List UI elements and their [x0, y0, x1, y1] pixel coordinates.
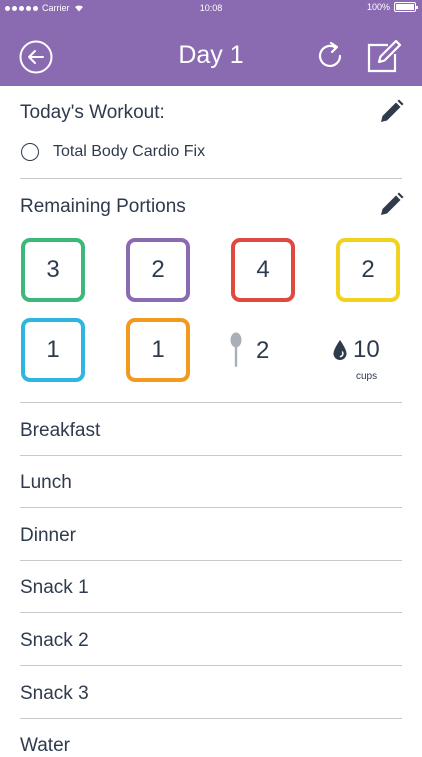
yellow-container-count[interactable]: 2 — [336, 238, 400, 302]
status-bar: Carrier 10:08 100% — [0, 0, 422, 17]
green-container-count[interactable]: 3 — [21, 238, 85, 302]
workout-radio-button[interactable] — [21, 143, 39, 161]
edit-workout-pencil-icon[interactable] — [378, 99, 404, 125]
meal-row-snack-2[interactable]: Snack 2 — [20, 630, 89, 652]
divider — [20, 402, 402, 403]
water-drop-icon — [333, 340, 347, 360]
teaspoon-count[interactable]: 2 — [256, 337, 269, 365]
purple-container-count[interactable]: 2 — [126, 238, 190, 302]
blue-container-count[interactable]: 1 — [21, 318, 85, 382]
edit-portions-pencil-icon[interactable] — [378, 192, 404, 218]
divider — [20, 507, 402, 508]
navigation-bar: Day 1 — [0, 17, 422, 86]
battery-icon — [394, 2, 418, 12]
portions-heading: Remaining Portions — [20, 196, 186, 217]
meal-row-dinner[interactable]: Dinner — [20, 525, 76, 547]
orange-container-count[interactable]: 1 — [126, 318, 190, 382]
divider — [20, 665, 402, 666]
divider — [20, 718, 402, 719]
workout-item-label[interactable]: Total Body Cardio Fix — [53, 143, 205, 161]
page-title: Day 1 — [178, 41, 244, 69]
water-count[interactable]: 10 — [353, 336, 380, 364]
meal-row-breakfast[interactable]: Breakfast — [20, 420, 100, 442]
battery-info: 100% — [366, 2, 418, 12]
divider — [20, 560, 402, 561]
meal-row-lunch[interactable]: Lunch — [20, 472, 72, 494]
meal-row-snack-1[interactable]: Snack 1 — [20, 577, 89, 599]
compose-icon[interactable] — [366, 37, 404, 75]
divider — [20, 178, 402, 179]
refresh-icon[interactable] — [313, 39, 347, 73]
divider — [20, 612, 402, 613]
status-time: 10:08 — [199, 3, 223, 13]
meal-row-water[interactable]: Water — [20, 735, 70, 757]
divider — [20, 455, 402, 456]
meal-row-snack-3[interactable]: Snack 3 — [20, 683, 89, 705]
water-unit: cups — [356, 371, 378, 382]
red-container-count[interactable]: 4 — [231, 238, 295, 302]
workout-heading: Today's Workout: — [20, 102, 165, 123]
teaspoon-icon — [230, 332, 242, 367]
battery-percent: 100% — [366, 2, 390, 12]
